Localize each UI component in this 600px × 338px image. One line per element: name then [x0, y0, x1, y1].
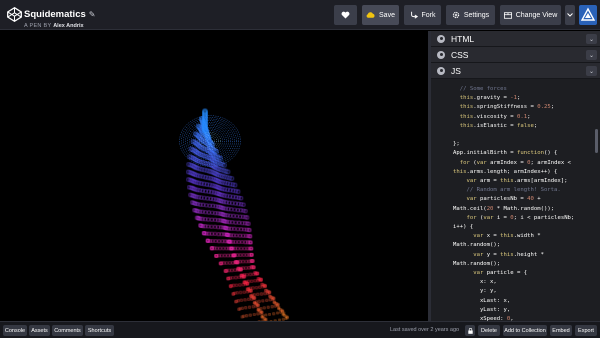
css-editor-title: CSS — [451, 49, 469, 60]
code-line[interactable]: var particlesNb = 40 + — [453, 195, 540, 203]
code-line[interactable]: var arm = this.arms[armIndex]; — [453, 177, 567, 185]
editor-panels: HTML ⌄ CSS ⌄ JS ⌄ // Some forces this.gr… — [431, 31, 600, 321]
squid-figure — [179, 108, 289, 321]
embed-button[interactable]: Embed — [550, 325, 572, 336]
code-line[interactable]: for (var armIndex = 0; armIndex < — [453, 159, 571, 167]
gear-icon[interactable] — [437, 66, 445, 75]
comments-button[interactable]: Comments — [52, 325, 83, 336]
footer: Console Assets Comments Shortcuts Last s… — [0, 321, 600, 338]
save-label: Save — [379, 11, 395, 19]
code-line[interactable]: y: y, — [453, 287, 497, 295]
html-editor-title: HTML — [451, 33, 475, 44]
fork-label: Fork — [421, 11, 436, 19]
last-saved-text: Last saved over 2 years ago — [390, 327, 460, 333]
code-line[interactable]: Math.random(); — [453, 241, 500, 249]
code-line[interactable]: this.arms.length; armIndex++) { — [453, 168, 557, 176]
change-view-label: Change View — [515, 11, 558, 19]
layout-icon — [503, 11, 512, 19]
console-button[interactable]: Console — [3, 325, 27, 336]
code-line[interactable]: }; — [453, 140, 460, 148]
assets-button[interactable]: Assets — [29, 325, 50, 336]
css-editor-header[interactable]: CSS ⌄ — [431, 47, 600, 63]
code-line[interactable]: Math.random(); — [453, 260, 500, 268]
pencil-icon[interactable]: ✎ — [89, 10, 96, 19]
author-link[interactable]: Alex Andrix — [53, 23, 83, 29]
delete-button[interactable]: Delete — [478, 325, 500, 336]
code-line[interactable]: this.isElastic = false; — [453, 122, 537, 130]
code-line[interactable]: x: x, — [453, 278, 497, 286]
chevron-down-icon — [567, 13, 573, 17]
pen-title-block: Squidematics ✎ A PEN BY Alex Andrix — [24, 4, 95, 29]
code-line[interactable]: var particle = { — [453, 269, 527, 277]
header: Squidematics ✎ A PEN BY Alex Andrix Save … — [0, 0, 600, 30]
html-editor-header[interactable]: HTML ⌄ — [431, 31, 600, 47]
view-menu-button[interactable] — [565, 5, 575, 25]
code-line[interactable]: for (var i = 0; i < particlesNb; — [453, 214, 574, 222]
code-line[interactable]: this.gravity = -1; — [453, 94, 521, 102]
code-line[interactable]: var y = this.height * — [453, 251, 544, 259]
shortcuts-button[interactable]: Shortcuts — [85, 325, 114, 336]
pen-byline: A PEN BY Alex Andrix — [24, 23, 95, 29]
add-to-collection-button[interactable]: Add to Collection — [503, 325, 547, 336]
code-line[interactable]: App.initialBirth = function() { — [453, 149, 557, 157]
code-line[interactable]: this.viscosity = 0.1; — [453, 113, 531, 121]
code-line[interactable]: xLast: x, — [453, 297, 510, 305]
change-view-button[interactable]: Change View — [500, 5, 561, 25]
heart-button[interactable] — [334, 5, 357, 25]
code-line[interactable]: yLast: y, — [453, 306, 510, 314]
fork-icon — [410, 11, 418, 19]
code-line[interactable]: this.springStiffness = 0.25; — [453, 103, 554, 111]
byline-prefix: A PEN BY — [24, 23, 52, 29]
js-editor-header[interactable]: JS ⌄ — [431, 63, 600, 79]
editor-scrollbar[interactable] — [595, 129, 598, 153]
heart-icon — [341, 11, 350, 19]
export-button[interactable]: Export — [575, 325, 597, 336]
gear-icon — [452, 11, 460, 19]
codepen-logo-icon[interactable] — [6, 6, 23, 23]
result-preview[interactable] — [0, 31, 428, 321]
lock-icon — [467, 327, 473, 334]
code-line[interactable]: // Some forces — [453, 85, 507, 93]
save-button[interactable]: Save — [362, 5, 399, 25]
code-line[interactable]: var x = this.width * — [453, 232, 540, 240]
js-editor-title: JS — [451, 65, 461, 76]
code-line[interactable]: // Random arm length! Sorta. — [453, 186, 560, 194]
chevron-down-icon[interactable]: ⌄ — [586, 34, 597, 44]
pen-title[interactable]: Squidematics — [24, 9, 86, 20]
cloud-icon — [366, 12, 375, 18]
user-avatar[interactable] — [579, 5, 597, 25]
chevron-down-icon[interactable]: ⌄ — [586, 66, 597, 76]
code-line[interactable]: Math.ceil(20 * Math.random()); — [453, 205, 554, 213]
lock-button[interactable] — [465, 325, 475, 336]
gear-icon[interactable] — [437, 50, 445, 59]
fork-button[interactable]: Fork — [404, 5, 441, 25]
chevron-down-icon[interactable]: ⌄ — [586, 50, 597, 60]
gear-icon[interactable] — [437, 34, 445, 43]
settings-button[interactable]: Settings — [446, 5, 495, 25]
js-code-editor[interactable]: // Some forces this.gravity = -1; this.s… — [431, 81, 600, 321]
code-line[interactable]: i++) { — [453, 223, 473, 231]
squid-animation-canvas[interactable] — [0, 31, 428, 321]
settings-label: Settings — [463, 11, 490, 19]
